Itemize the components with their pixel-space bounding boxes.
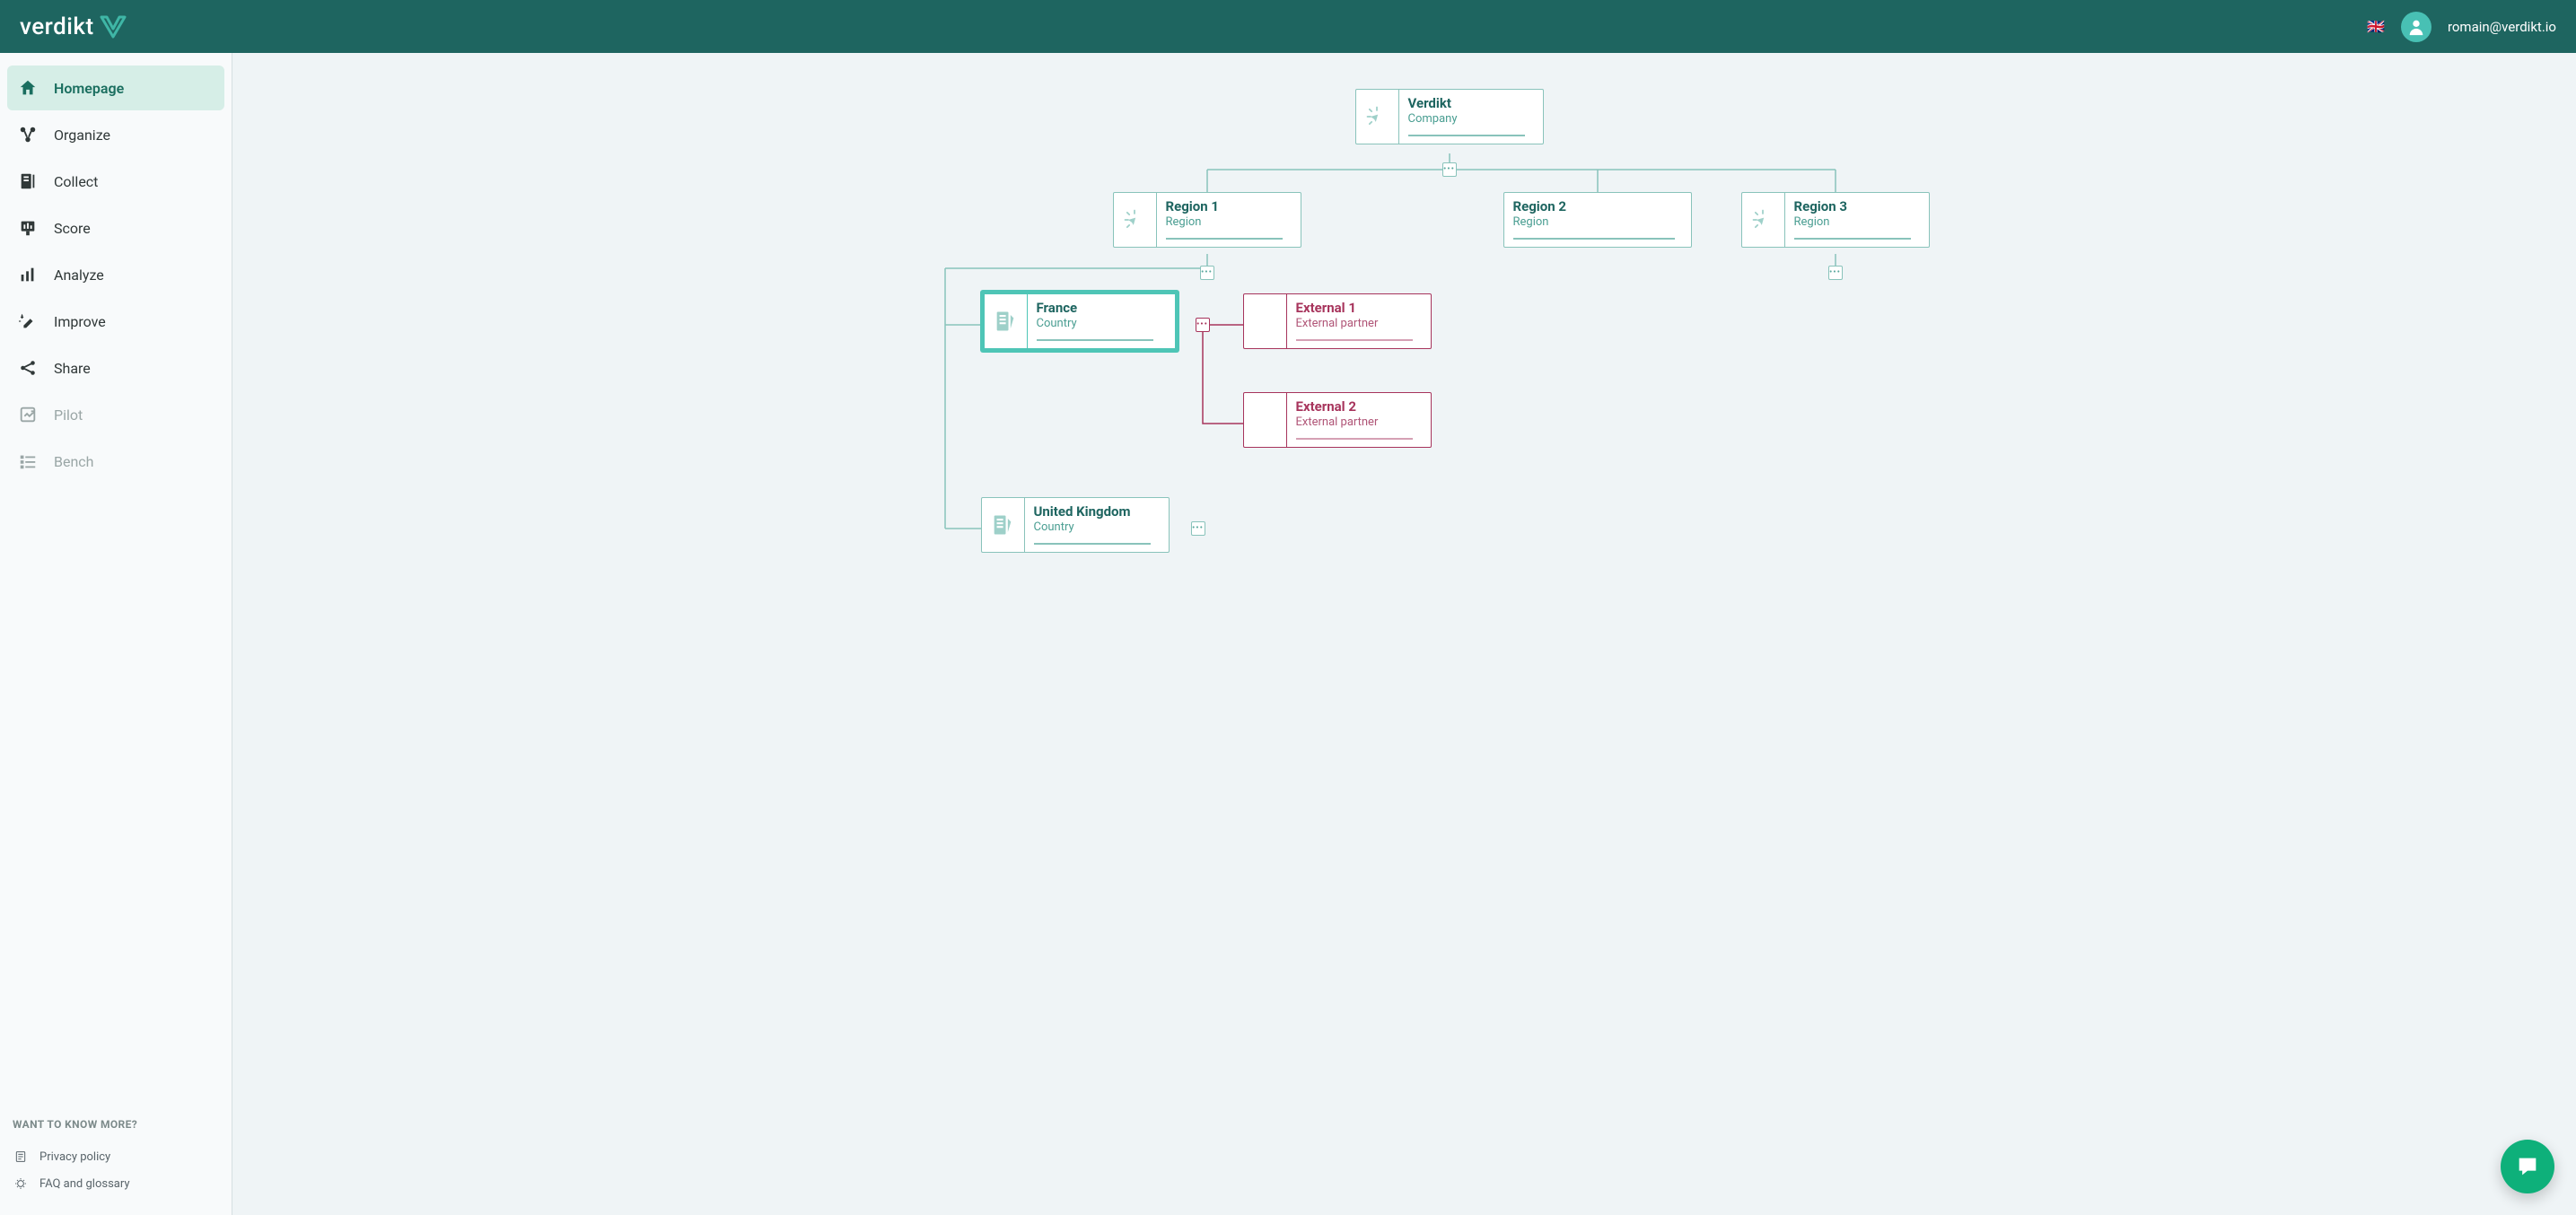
user-email[interactable]: romain@verdikt.io [2448, 19, 2556, 35]
node-toggle[interactable]: ••• [1200, 266, 1214, 280]
node-title: Region 1 [1166, 198, 1283, 214]
click-icon [1356, 90, 1399, 144]
node-title: Verdikt [1408, 95, 1525, 111]
org-node-external-1[interactable]: External 1 External partner [1243, 293, 1432, 349]
footer-link-label: Privacy policy [39, 1150, 110, 1164]
org-node-region-3[interactable]: Region 3 Region [1741, 192, 1930, 248]
footer-link-privacy[interactable]: Privacy policy [13, 1143, 219, 1170]
person-icon [2406, 17, 2426, 37]
chat-button[interactable] [2501, 1140, 2554, 1193]
sidebar: Homepage Organize Collect Score Analyze … [0, 53, 232, 1215]
node-title: External 1 [1296, 300, 1413, 316]
sidebar-item-label: Bench [54, 453, 93, 470]
logo-mark-icon [100, 15, 127, 39]
footer-heading: WANT TO KNOW MORE? [13, 1118, 219, 1131]
node-toggle[interactable]: ••• [1828, 266, 1843, 280]
sidebar-item-bench: Bench [7, 439, 224, 484]
bench-icon [18, 451, 38, 471]
logo[interactable]: verdikt [20, 13, 2351, 40]
sidebar-item-organize[interactable]: Organize [7, 112, 224, 157]
node-subtitle: Company [1408, 112, 1525, 126]
node-subtitle: Region [1794, 215, 1911, 229]
sidebar-item-label: Homepage [54, 80, 124, 97]
sidebar-item-label: Pilot [54, 406, 83, 424]
node-toggle[interactable]: ••• [1191, 521, 1205, 536]
org-tree: Verdikt Company ••• Region 1 Region ••• [866, 89, 1943, 591]
org-node-region-2[interactable]: Region 2 Region [1503, 192, 1692, 248]
sidebar-item-label: Share [54, 360, 91, 377]
sidebar-item-label: Analyze [54, 267, 104, 284]
pilot-icon [18, 405, 38, 424]
sidebar-nav: Homepage Organize Collect Score Analyze … [7, 66, 224, 484]
sidebar-item-share[interactable]: Share [7, 345, 224, 390]
sidebar-item-collect[interactable]: Collect [7, 159, 224, 204]
click-icon [1742, 193, 1785, 247]
policy-icon [13, 1149, 29, 1165]
node-subtitle: External partner [1296, 317, 1413, 330]
node-toggle[interactable]: ••• [1196, 318, 1210, 332]
home-icon [18, 78, 38, 98]
node-title: United Kingdom [1034, 503, 1151, 520]
org-node-external-2[interactable]: External 2 External partner [1243, 392, 1432, 448]
share-icon [18, 358, 38, 378]
org-node-root[interactable]: Verdikt Company [1355, 89, 1544, 144]
node-title: Region 2 [1513, 198, 1675, 214]
footer-link-label: FAQ and glossary [39, 1177, 130, 1191]
node-subtitle: External partner [1296, 415, 1413, 429]
score-icon [18, 218, 38, 238]
sidebar-item-homepage[interactable]: Homepage [7, 66, 224, 110]
document-icon [982, 498, 1025, 552]
logo-text: verdikt [20, 13, 94, 40]
organize-icon [18, 125, 38, 144]
org-node-france[interactable]: France Country [981, 291, 1178, 352]
node-subtitle: Region [1513, 215, 1675, 229]
footer-link-faq[interactable]: FAQ and glossary [13, 1170, 219, 1197]
sidebar-footer: WANT TO KNOW MORE? Privacy policy FAQ an… [7, 1118, 224, 1197]
sidebar-item-improve[interactable]: Improve [7, 299, 224, 344]
node-toggle[interactable]: ••• [1442, 162, 1457, 177]
faq-icon [13, 1176, 29, 1192]
click-icon [1114, 193, 1157, 247]
chat-icon [2515, 1154, 2540, 1179]
collect-icon [18, 171, 38, 191]
sidebar-item-label: Improve [54, 313, 106, 330]
node-title: France [1037, 300, 1153, 316]
node-subtitle: Country [1034, 520, 1151, 534]
sidebar-item-label: Collect [54, 173, 98, 190]
document-icon [985, 294, 1028, 348]
sidebar-item-pilot: Pilot [7, 392, 224, 437]
app-header: verdikt 🇬🇧 romain@verdikt.io [0, 0, 2576, 53]
analyze-icon [18, 265, 38, 284]
node-title: External 2 [1296, 398, 1413, 415]
org-node-uk[interactable]: United Kingdom Country [981, 497, 1170, 553]
org-node-region-1[interactable]: Region 1 Region [1113, 192, 1301, 248]
sidebar-item-score[interactable]: Score [7, 205, 224, 250]
node-subtitle: Region [1166, 215, 1283, 229]
node-title: Region 3 [1794, 198, 1911, 214]
improve-icon [18, 311, 38, 331]
avatar[interactable] [2401, 12, 2431, 42]
sidebar-item-label: Organize [54, 127, 110, 144]
language-flag[interactable]: 🇬🇧 [2367, 18, 2385, 35]
node-subtitle: Country [1037, 317, 1153, 330]
sidebar-item-label: Score [54, 220, 91, 237]
sidebar-item-analyze[interactable]: Analyze [7, 252, 224, 297]
org-canvas[interactable]: Verdikt Company ••• Region 1 Region ••• [232, 53, 2576, 1215]
